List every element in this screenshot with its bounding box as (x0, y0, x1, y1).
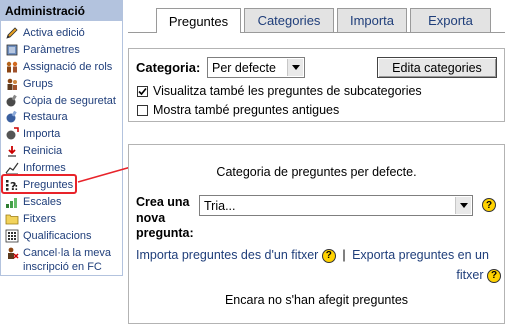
show-subcategories-row: Visualitza també les preguntes de subcat… (137, 84, 422, 98)
show-old-questions-row: Mostra també preguntes antigues (137, 103, 339, 117)
sidebar-item-parametres[interactable]: Paràmetres (1, 42, 122, 59)
create-question-label-line: pregunta: (136, 226, 194, 240)
reset-icon (5, 144, 19, 158)
import-icon (5, 127, 19, 141)
admin-block-title: Administració (1, 1, 122, 21)
show-subcategories-label: Visualitza també les preguntes de subcat… (153, 84, 422, 98)
admin-block: Administració Activa edició Paràmetres A… (0, 0, 123, 276)
settings-icon (5, 43, 19, 57)
create-question-select[interactable]: Tria... (199, 195, 473, 216)
sidebar-item-label: Assignació de rols (23, 60, 113, 73)
import-export-links: Importa preguntes des d'un fitxer ? | Ex… (136, 245, 501, 285)
grades-icon (5, 229, 19, 243)
chevron-down-icon (455, 197, 471, 214)
import-questions-link[interactable]: Importa preguntes des d'un fitxer (136, 248, 318, 262)
tab-preguntes[interactable]: Preguntes (156, 8, 241, 33)
create-question-label-line: nova (136, 210, 166, 225)
sidebar-item-fitxers[interactable]: Fitxers (1, 211, 122, 228)
roles-icon (5, 60, 19, 74)
sidebar-item-escales[interactable]: Escales (1, 194, 122, 211)
sidebar-item-assignacio-rols[interactable]: Assignació de rols (1, 59, 122, 76)
sidebar-item-label: Importa (23, 128, 61, 141)
export-questions-link[interactable]: Exporta preguntes en un (352, 248, 489, 262)
show-subcategories-checkbox[interactable] (137, 85, 148, 97)
sidebar-item-label: Paràmetres (23, 43, 80, 56)
sidebar-item-label: Restaura (23, 111, 68, 124)
sidebar-item-grups[interactable]: Grups (1, 76, 122, 93)
sidebar-item-label: Informes (23, 162, 66, 175)
category-select[interactable]: Per defecte (207, 57, 305, 78)
help-icon[interactable]: ? (482, 198, 496, 212)
show-old-questions-label: Mostra també preguntes antigues (153, 103, 340, 117)
sidebar-item-copia-seguretat[interactable]: Còpia de seguretat (1, 93, 122, 110)
sidebar-item-importa[interactable]: Importa (1, 126, 122, 143)
edit-icon (5, 26, 19, 40)
folder-icon (5, 212, 19, 226)
category-select-value: Per defecte (212, 60, 276, 75)
create-question-select-value: Tria... (204, 198, 236, 213)
tab-exporta[interactable]: Exporta (410, 8, 491, 32)
backup-icon (5, 94, 19, 108)
restore-icon (5, 110, 19, 124)
export-questions-link-continued[interactable]: fitxer (456, 268, 483, 282)
help-icon[interactable]: ? (487, 268, 501, 283)
sidebar-item-cancel-inscripcio[interactable]: Cancel·la la meva inscripció en FC (1, 245, 122, 274)
sidebar-item-label: Còpia de seguretat (23, 94, 116, 107)
category-description: Categoria de preguntes per defecte. (216, 165, 417, 179)
export-link-wrap: fitxer ? (136, 265, 501, 285)
sidebar-item-label: Grups (23, 77, 53, 90)
tab-importa[interactable]: Importa (337, 8, 407, 32)
show-old-questions-checkbox[interactable] (137, 104, 148, 116)
category-panel: Categoria: Per defecte Edita categories … (128, 48, 505, 122)
admin-menu: Activa edició Paràmetres Assignació de r… (1, 21, 122, 274)
sidebar-item-label: Escales (23, 195, 62, 208)
sidebar-item-label: Qualificacions (23, 229, 92, 242)
edit-categories-button[interactable]: Edita categories (377, 57, 497, 78)
help-icon[interactable]: ? (321, 248, 336, 263)
questions-panel: Categoria de preguntes per defecte. Crea… (128, 144, 505, 324)
sidebar-item-label: Fitxers (23, 212, 56, 225)
unenrol-icon (5, 246, 19, 260)
sidebar-item-activa-edicio[interactable]: Activa edició (1, 25, 122, 42)
sidebar-item-label: Activa edició (23, 27, 85, 39)
sidebar-item-restaura[interactable]: Restaura (1, 109, 122, 126)
sidebar-item-label: Cancel·la la meva inscripció en FC (23, 246, 112, 273)
preguntes-highlight-box (1, 174, 77, 194)
tab-categories[interactable]: Categories (244, 8, 334, 32)
create-question-label-line: Crea una (136, 195, 190, 209)
sidebar-item-label: Reinicia (23, 145, 63, 158)
category-label: Categoria: (136, 60, 201, 75)
groups-icon (5, 77, 19, 91)
scales-icon (5, 195, 19, 209)
no-questions-message: Encara no s'han afegit preguntes (224, 293, 409, 307)
create-question-label: Crea una nova pregunta: (136, 195, 194, 242)
sidebar-item-qualificacions[interactable]: Qualificacions (1, 228, 122, 245)
chevron-down-icon (287, 59, 303, 76)
link-separator: | (342, 248, 346, 262)
